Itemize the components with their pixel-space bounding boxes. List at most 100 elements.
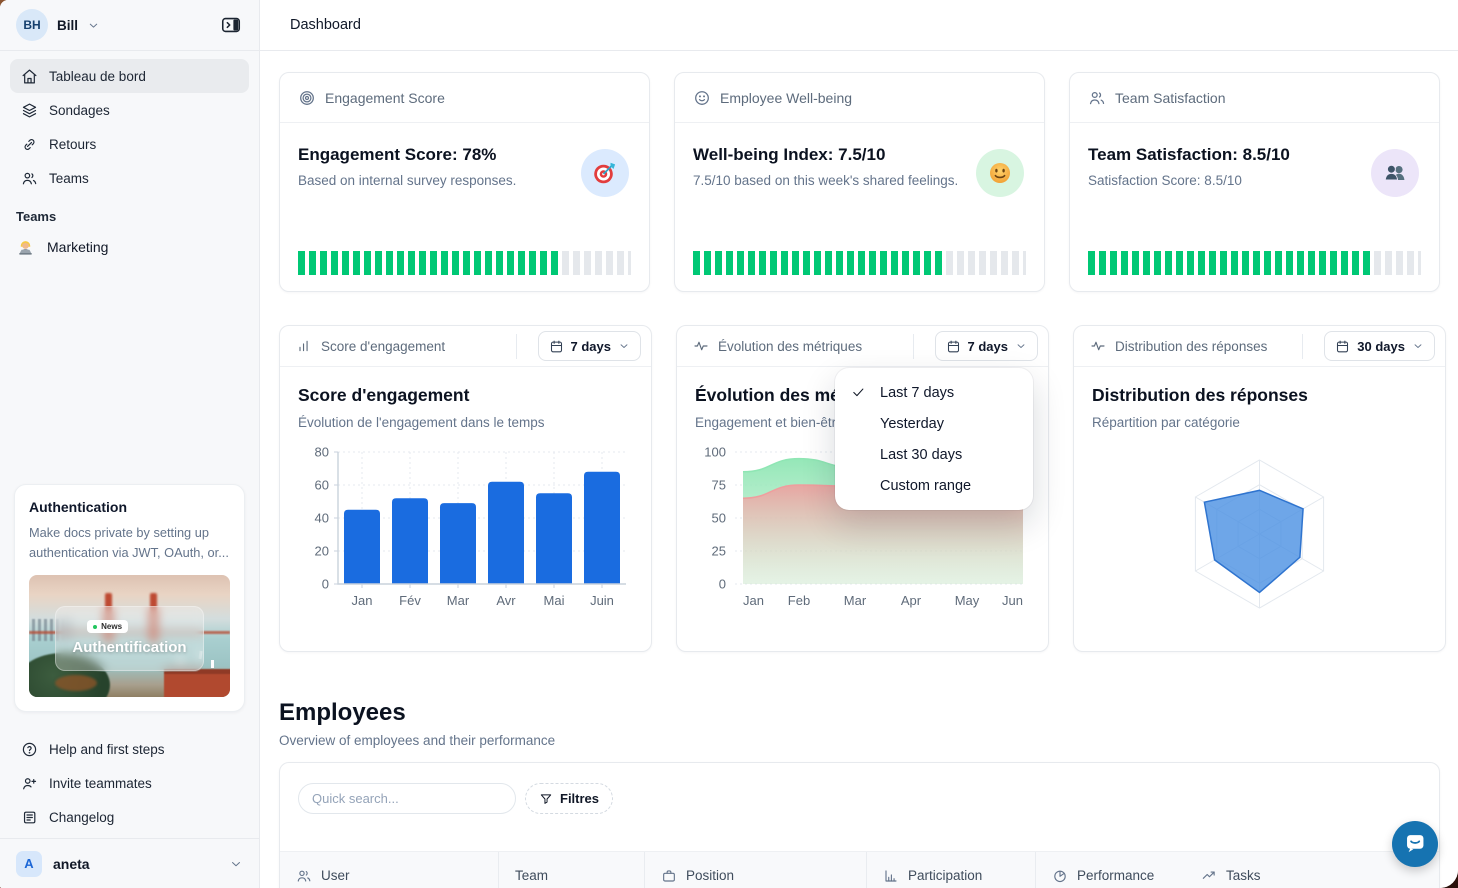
sidebar-item-label: Retours: [49, 137, 96, 152]
column-chart-icon: [883, 868, 899, 884]
date-range-button[interactable]: 30 days: [1324, 331, 1435, 361]
chart-title: Score d'engagement: [298, 385, 633, 406]
progress-bar: [298, 251, 631, 275]
sidebar-item-label: Changelog: [49, 810, 114, 825]
news-overlay-card: News Authentification: [55, 606, 204, 672]
search-input[interactable]: [298, 783, 516, 814]
svg-text:40: 40: [315, 511, 329, 526]
employees-table-card: Filtres User Team Position: [279, 762, 1440, 888]
chevron-down-icon: [1015, 340, 1027, 352]
news-badge: News: [87, 620, 128, 633]
column-header-team: Team: [498, 852, 644, 888]
svg-text:0: 0: [719, 577, 726, 592]
newspaper-icon: [21, 809, 38, 826]
sidebar-item-help[interactable]: Help and first steps: [10, 732, 249, 766]
distribution-radar-chart: [1092, 442, 1427, 629]
sidebar: BH Bill Tableau de bord Sondages Retours: [0, 0, 260, 888]
sidebar-item-invite[interactable]: Invite teammates: [10, 766, 249, 800]
help-circle-icon: [21, 741, 38, 758]
target-icon: [298, 89, 316, 107]
workspace-switcher[interactable]: A aneta: [0, 839, 259, 888]
link-icon: [21, 136, 38, 153]
user-plus-icon: [21, 775, 38, 792]
svg-text:Mai: Mai: [544, 593, 565, 608]
app-window: BH Bill Tableau de bord Sondages Retours: [0, 0, 1458, 888]
card-header-label: Employee Well-being: [720, 90, 852, 106]
filters-button[interactable]: Filtres: [525, 783, 613, 814]
menu-item-last-7-days[interactable]: Last 7 days: [835, 377, 1033, 408]
menu-item-custom-range[interactable]: Custom range: [835, 470, 1033, 501]
svg-text:Jan: Jan: [743, 593, 764, 608]
chart-header-label: Score d'engagement: [321, 339, 445, 354]
svg-text:Mar: Mar: [447, 593, 470, 608]
date-range-button[interactable]: 7 days: [538, 331, 641, 361]
sidebar-nav: Tableau de bord Sondages Retours Teams: [0, 51, 259, 195]
briefcase-icon: [661, 868, 677, 884]
users-icon: [21, 170, 38, 187]
chevron-down-icon: [229, 857, 243, 871]
column-header-tasks: Tasks: [1185, 852, 1417, 888]
activity-icon: [1090, 338, 1106, 354]
sidebar-item-tableau-de-bord[interactable]: Tableau de bord: [10, 59, 249, 93]
progress-bar: [693, 251, 1026, 275]
stat-cards-row: Engagement Score Engagement Score: 78% B…: [279, 72, 1440, 292]
sidebar-item-label: Help and first steps: [49, 742, 165, 757]
card-header-label: Engagement Score: [325, 90, 445, 106]
metrics-evolution-card: Évolution des métriques 7 days Évolution…: [676, 325, 1049, 652]
svg-text:25: 25: [712, 544, 726, 559]
sidebar-item-teams[interactable]: Teams: [10, 161, 249, 195]
chart-title: Distribution des réponses: [1092, 385, 1427, 406]
svg-text:Fév: Fév: [399, 593, 421, 608]
svg-text:Apr: Apr: [901, 593, 922, 608]
chevron-down-icon[interactable]: [87, 19, 100, 32]
calendar-icon: [1335, 339, 1350, 354]
employees-subtitle: Overview of employees and their performa…: [279, 733, 1440, 748]
user-name[interactable]: Bill: [57, 18, 78, 33]
green-dot-icon: [93, 625, 97, 629]
menu-item-last-30-days[interactable]: Last 30 days: [835, 439, 1033, 470]
date-range-button[interactable]: 7 days: [935, 331, 1038, 361]
workspace-name: aneta: [53, 856, 90, 872]
collapse-sidebar-button[interactable]: [217, 11, 245, 39]
bar-chart-icon: [296, 338, 312, 354]
engagement-chart-card: Score d'engagement 7 days Score d'engage…: [279, 325, 652, 652]
svg-text:20: 20: [315, 544, 329, 559]
chevron-down-icon: [618, 340, 630, 352]
employees-section: Employees Overview of employees and thei…: [279, 699, 1440, 748]
calendar-icon: [946, 339, 961, 354]
sidebar-footer-nav: Help and first steps Invite teammates Ch…: [0, 724, 259, 838]
response-distribution-card: Distribution des réponses 30 days Distri…: [1073, 325, 1446, 652]
smiling-face-emoji-icon: [976, 149, 1024, 197]
sidebar-item-retours[interactable]: Retours: [10, 127, 249, 161]
golden-gate-illustration: News Authentification: [29, 575, 230, 697]
layers-icon: [21, 102, 38, 119]
engagement-score-card: Engagement Score Engagement Score: 78% B…: [279, 72, 650, 292]
column-header-user: User: [280, 852, 498, 888]
sidebar-item-marketing[interactable]: Marketing: [0, 232, 259, 262]
engagement-bar-chart: 020406080JanFévMarAvrMaiJuin: [298, 442, 633, 619]
svg-text:Mar: Mar: [844, 593, 867, 608]
auth-card-description: Make docs private by setting up authenti…: [29, 523, 230, 563]
sidebar-item-label: Teams: [49, 171, 89, 186]
date-range-dropdown: Last 7 days Yesterday Last 30 days Custo…: [835, 368, 1033, 510]
sidebar-item-changelog[interactable]: Changelog: [10, 800, 249, 834]
chat-widget-button[interactable]: [1392, 821, 1438, 867]
stat-title: Well-being Index: 7.5/10: [693, 145, 1026, 165]
avatar[interactable]: BH: [16, 9, 48, 41]
page-title: Dashboard: [290, 17, 361, 33]
users-icon: [1088, 89, 1106, 107]
sidebar-item-sondages[interactable]: Sondages: [10, 93, 249, 127]
chart-header-label: Évolution des métriques: [718, 339, 862, 354]
dashboard-content: Engagement Score Engagement Score: 78% B…: [260, 51, 1458, 888]
authentication-promo-card[interactable]: Authentication Make docs private by sett…: [14, 484, 245, 712]
svg-text:Avr: Avr: [496, 593, 516, 608]
menu-item-yesterday[interactable]: Yesterday: [835, 408, 1033, 439]
column-header-position: Position: [644, 852, 866, 888]
auth-image-title: Authentification: [72, 639, 186, 656]
chart-subtitle: Évolution de l'engagement dans le temps: [298, 415, 633, 430]
check-icon: [851, 385, 871, 400]
svg-text:May: May: [955, 593, 980, 608]
svg-text:0: 0: [322, 577, 329, 592]
card-header-label: Team Satisfaction: [1115, 90, 1226, 106]
chart-subtitle: Répartition par catégorie: [1092, 415, 1427, 430]
